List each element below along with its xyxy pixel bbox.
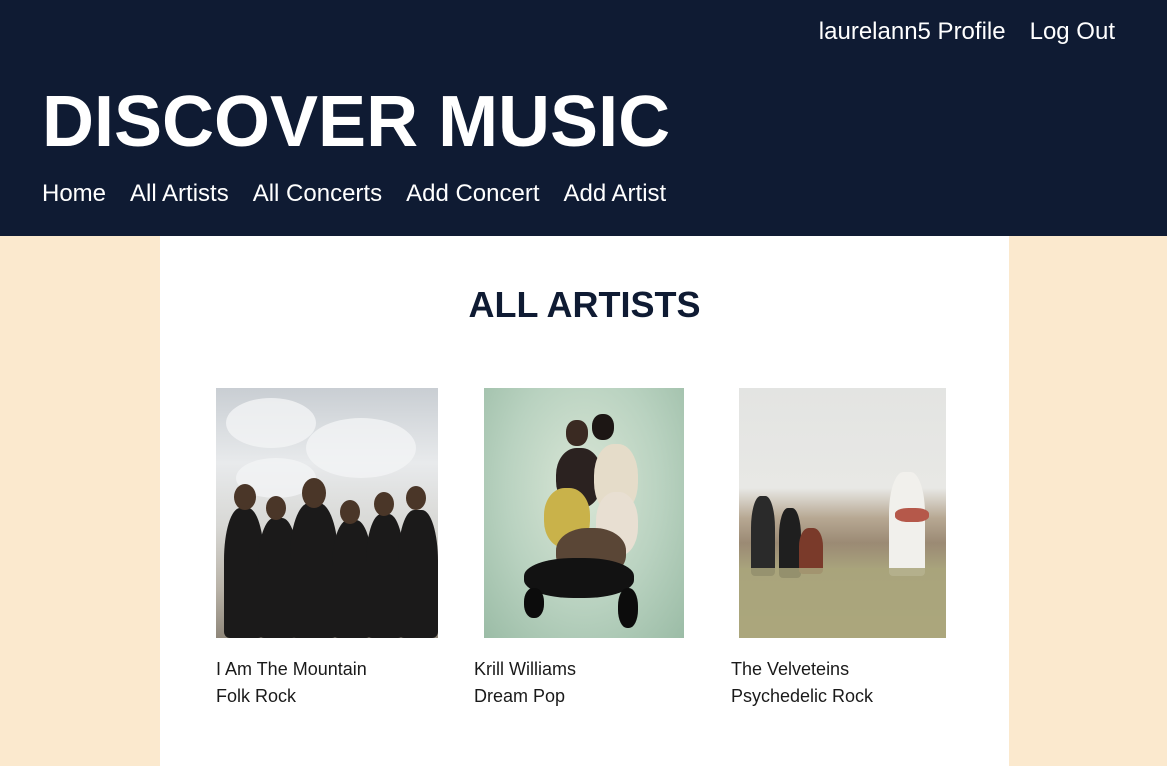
page-title: ALL ARTISTS	[468, 284, 701, 325]
artist-name[interactable]: I Am The Mountain	[216, 656, 438, 683]
artist-genre: Dream Pop	[474, 686, 566, 706]
nav-home[interactable]: Home	[42, 180, 106, 208]
profile-link[interactable]: laurelann5 Profile	[819, 18, 1006, 46]
site-header: laurelann5 Profile Log Out DISCOVER MUSI…	[0, 0, 1167, 236]
artist-card[interactable]: I Am The Mountain Folk Rock	[216, 388, 438, 710]
artist-card[interactable]: Krill Williams Dream Pop	[474, 388, 684, 710]
artist-photo[interactable]	[739, 388, 946, 638]
artist-name[interactable]: The Velveteins	[731, 656, 946, 683]
logout-link[interactable]: Log Out	[1030, 18, 1115, 46]
main-nav: Home All Artists All Concerts Add Concer…	[42, 180, 666, 208]
nav-all-concerts[interactable]: All Concerts	[253, 180, 382, 208]
nav-add-concert[interactable]: Add Concert	[406, 180, 539, 208]
nav-all-artists[interactable]: All Artists	[130, 180, 229, 208]
nav-add-artist[interactable]: Add Artist	[564, 180, 667, 208]
artist-photo[interactable]	[216, 388, 438, 638]
artist-name[interactable]: Krill Williams	[474, 656, 684, 683]
artist-genre: Psychedelic Rock	[731, 686, 874, 706]
main-content: ALL ARTISTS I Am The Mountain Folk Rock	[160, 236, 1009, 766]
artist-card[interactable]: The Velveteins Psychedelic Rock	[731, 388, 946, 710]
user-links: laurelann5 Profile Log Out	[819, 18, 1115, 46]
artist-genre: Folk Rock	[216, 686, 297, 706]
site-title[interactable]: DISCOVER MUSIC	[42, 82, 670, 162]
artist-photo[interactable]	[484, 388, 684, 638]
